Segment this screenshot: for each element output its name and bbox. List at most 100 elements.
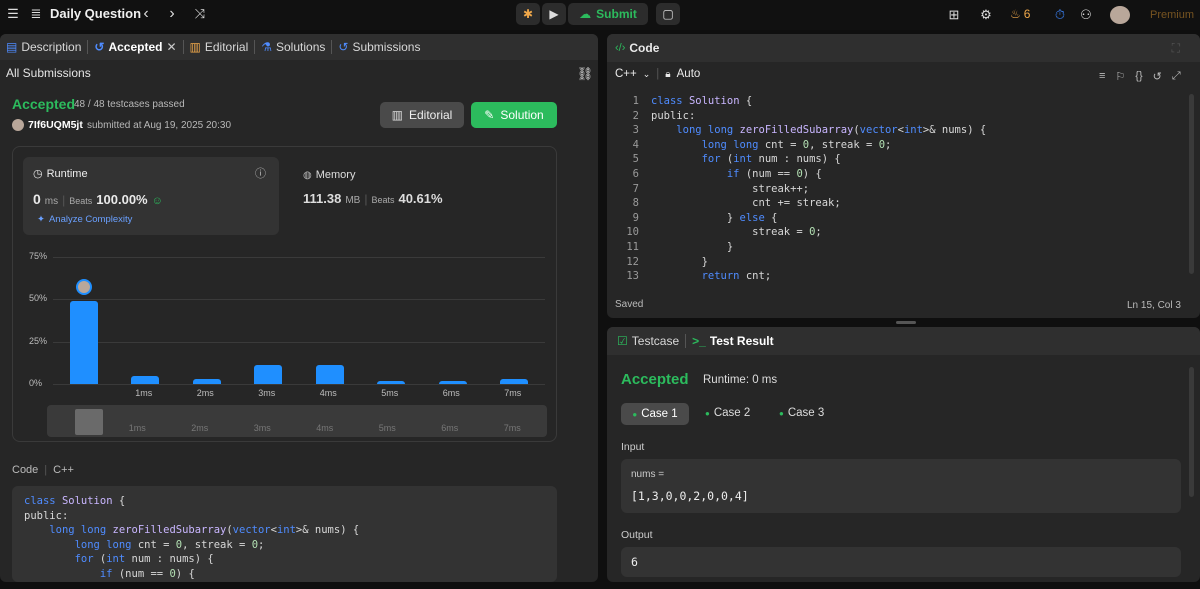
avatar[interactable] (1110, 6, 1130, 24)
all-submissions-link[interactable]: All Submissions (6, 66, 91, 80)
lock-icon: 🔒︎ (665, 68, 671, 80)
editor-code-line[interactable]: long long cnt = 0, streak = 0; (651, 138, 1191, 153)
grid-line (53, 257, 545, 258)
editor-code-line[interactable]: } (651, 240, 1191, 255)
runtime-bar[interactable] (69, 301, 98, 384)
format-icon[interactable]: ≡ (1099, 70, 1105, 83)
runtime-bar[interactable] (254, 365, 283, 384)
timer-icon[interactable]: ⏱ (1052, 7, 1068, 23)
editor-actions: ≡ ⚐ {} ↺ ⤢ (1099, 70, 1181, 83)
clock-icon: ◷ (33, 168, 43, 180)
code-line: for (int num : nums) { (74, 553, 214, 566)
editor-code-line[interactable]: } (651, 255, 1191, 270)
info-icon[interactable]: ⓘ (255, 165, 266, 181)
streak-count: 6 (1023, 7, 1031, 21)
auto-mode[interactable]: Auto (677, 68, 701, 80)
gear-icon[interactable]: ⚙ (978, 7, 994, 23)
run-button[interactable]: ▶ (542, 3, 566, 25)
add-user-icon[interactable]: ⚇ (1078, 7, 1094, 23)
runtime-bar[interactable] (315, 365, 344, 384)
editor-code-line[interactable]: streak = 0; (651, 225, 1191, 240)
top-bar: ☰ ≣ Daily Question ‹ › ⤨ ✱ ▶ ☁ Submit ▢ … (0, 0, 1200, 30)
username[interactable]: 7If6UQM5jt (28, 119, 83, 131)
close-icon[interactable]: ✕ (166, 40, 176, 54)
tab-solutions[interactable]: ⚗ Solutions (255, 40, 331, 54)
editor-code-line[interactable]: long long zeroFilledSubarray(vector<int>… (651, 123, 1191, 138)
solution-button[interactable]: ✎ Solution (471, 102, 557, 128)
submitted-code: class Solution {public: long long zeroFi… (12, 486, 557, 582)
runtime-bar[interactable] (438, 380, 467, 384)
editor-code-line[interactable]: public: (651, 109, 1191, 124)
range-selector[interactable]: 1ms 2ms 3ms 4ms 5ms 6ms 7ms (47, 405, 547, 437)
chevron-right-icon[interactable]: › (164, 5, 180, 23)
runtime-card[interactable]: ◷ Runtime ⓘ 0 ms | Beats 100.00% ☺ ✦ Ana… (23, 157, 279, 235)
left-panel: ▤ Description ↺ Accepted ✕ ▥ Editorial ⚗… (0, 34, 598, 582)
tab-testcase[interactable]: ☑ Testcase (611, 334, 685, 348)
reset-icon[interactable]: ↺ (1153, 70, 1162, 83)
code-area[interactable]: class Solution {public: long long zeroFi… (651, 94, 1191, 284)
editor-code-line[interactable]: return cnt; (651, 269, 1191, 284)
editorial-button[interactable]: ▥ Editorial (380, 102, 464, 128)
memory-card[interactable]: ◍ Memory (303, 169, 355, 181)
tab-submissions[interactable]: ↺ Submissions (332, 40, 426, 54)
expand-icon[interactable]: ⤢ (1172, 70, 1181, 83)
case-1-tab[interactable]: ● Case 1 (621, 403, 689, 425)
runtime-unit: ms (44, 196, 59, 207)
tab-accepted[interactable]: ↺ Accepted ✕ (88, 40, 182, 54)
range-handle[interactable] (75, 409, 103, 435)
editor-code-line[interactable]: streak++; (651, 182, 1191, 197)
layout-icon[interactable]: ⊞ (946, 7, 962, 23)
language-select[interactable]: C++ (615, 68, 637, 80)
bookmark-icon[interactable]: ⚐ (1115, 70, 1125, 83)
problem-list-title[interactable]: Daily Question (50, 6, 141, 21)
case-3-tab[interactable]: ● Case 3 (779, 407, 824, 419)
resize-handle[interactable] (896, 321, 916, 324)
tab-test-result[interactable]: >_ Test Result (686, 334, 779, 348)
shuffle-icon[interactable]: ⤨ (192, 6, 208, 22)
history-icon: ↺ (338, 40, 349, 54)
result-scrollbar[interactable] (1189, 367, 1194, 497)
editor-code-line[interactable]: for (int num : nums) { (651, 152, 1191, 167)
code-label: Code (12, 464, 39, 476)
editor-code-line[interactable]: } else { (651, 211, 1191, 226)
result-tabs: ☑ Testcase >_ Test Result (607, 327, 1200, 355)
tab-description[interactable]: ▤ Description (0, 40, 87, 54)
terminal-icon: >_ (692, 334, 706, 348)
result-status: Accepted (621, 371, 689, 388)
input-name: nums = (631, 469, 665, 480)
premium-link[interactable]: Premium (1150, 9, 1194, 21)
range-tick-label: 1ms (128, 423, 146, 433)
editor-code-line[interactable]: class Solution { (651, 94, 1191, 109)
output-box: 6 (621, 547, 1181, 577)
x-tick-label: 3ms (258, 388, 276, 398)
code-line: public: (24, 509, 69, 522)
editor-code-line[interactable]: cnt += streak; (651, 196, 1191, 211)
menu-icon[interactable]: ☰ (6, 6, 20, 21)
editor-code-line[interactable]: if (num == 0) { (651, 167, 1191, 182)
case-2-tab[interactable]: ● Case 2 (705, 407, 750, 419)
debug-icon[interactable]: ✱ (516, 3, 540, 25)
tab-editorial[interactable]: ▥ Editorial (184, 40, 255, 54)
maximize-icon[interactable]: ⛶ (1172, 41, 1180, 56)
link-icon[interactable]: ⛓ (577, 66, 594, 81)
left-tabs: ▤ Description ↺ Accepted ✕ ▥ Editorial ⚗… (0, 34, 598, 60)
y-tick-label: 25% (29, 335, 48, 346)
range-tick-label: 5ms (378, 423, 396, 433)
streak-badge[interactable]: ♨ 6 (1010, 7, 1030, 21)
editor-scrollbar[interactable] (1189, 94, 1194, 274)
runtime-bar[interactable] (192, 378, 221, 384)
runtime-bar[interactable] (377, 380, 406, 384)
sparkle-icon: ✦ (37, 214, 45, 225)
checkbox-icon: ☑ (617, 334, 628, 348)
chevron-left-icon[interactable]: ‹ (138, 5, 154, 23)
notes-icon[interactable]: ▢ (656, 3, 680, 25)
runtime-bar[interactable] (131, 375, 160, 384)
analyze-complexity-link[interactable]: ✦ Analyze Complexity (37, 214, 132, 225)
code-line: long long zeroFilledSubarray(vector<int>… (49, 524, 360, 537)
memory-beats: 40.61% (398, 191, 443, 206)
book-icon: ▥ (391, 108, 403, 122)
submit-button[interactable]: ☁ Submit (568, 3, 648, 25)
runtime-bar[interactable] (500, 378, 529, 384)
braces-icon[interactable]: {} (1135, 70, 1142, 83)
list-icon[interactable]: ≣ (28, 6, 44, 22)
